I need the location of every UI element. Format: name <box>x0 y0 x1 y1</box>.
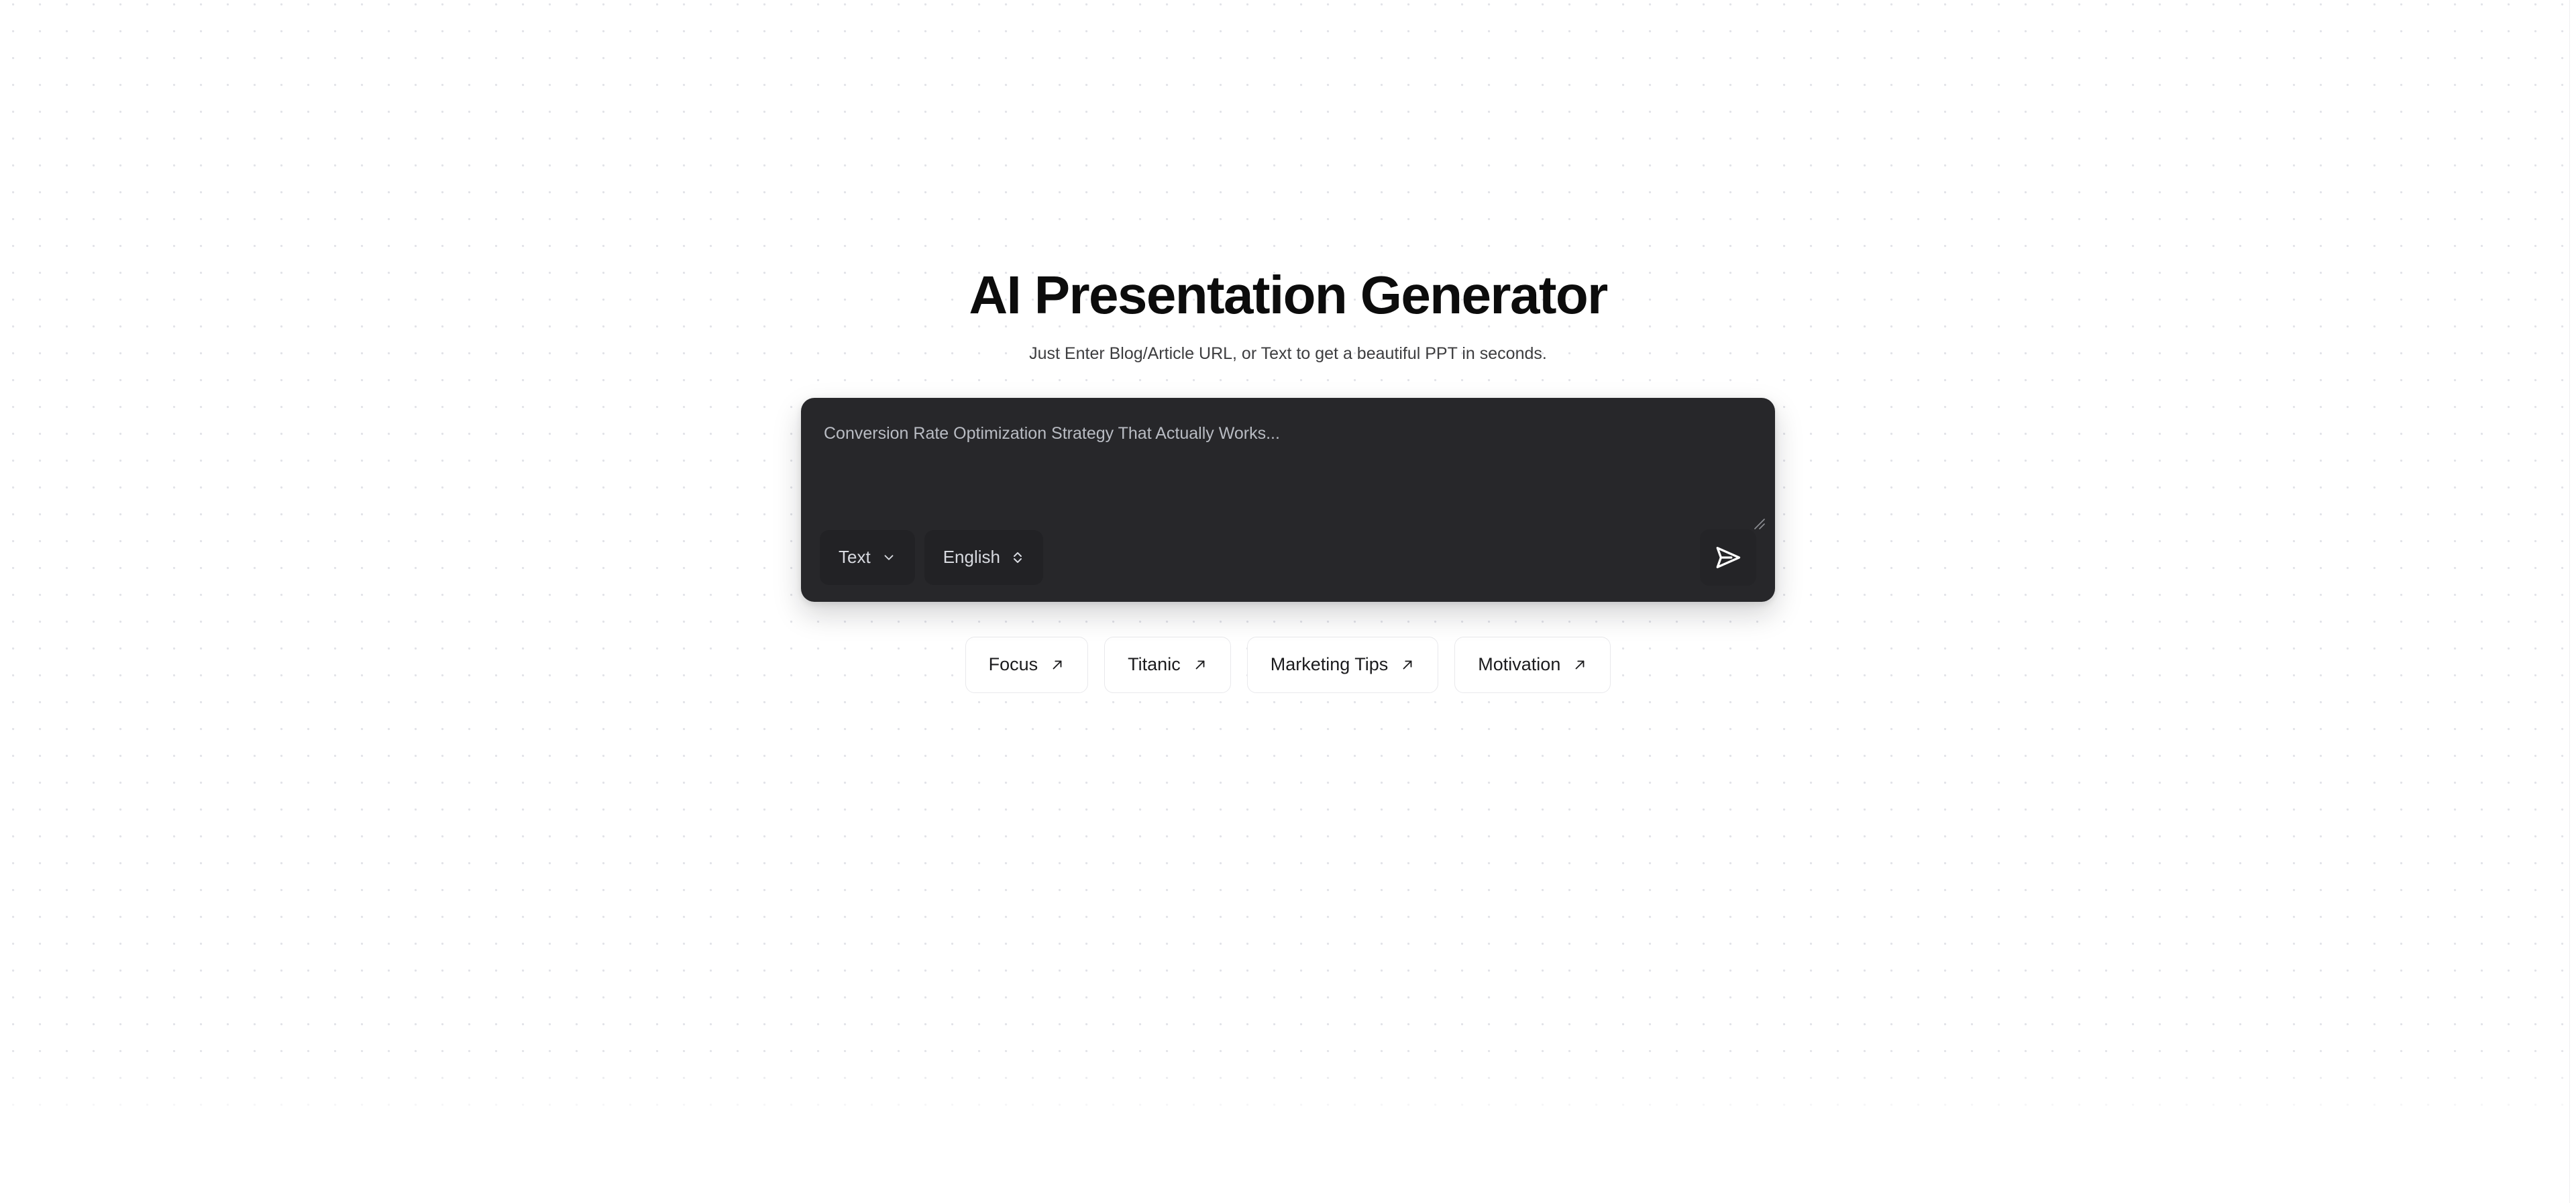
send-button[interactable] <box>1700 529 1756 586</box>
arrow-up-right-icon <box>1050 658 1065 672</box>
resize-grip-icon[interactable] <box>1751 515 1766 530</box>
hero-section: AI Presentation Generator Just Enter Blo… <box>0 267 2576 693</box>
suggestion-chip-marketing-tips[interactable]: Marketing Tips <box>1246 636 1439 693</box>
suggestion-chip-focus[interactable]: Focus <box>965 636 1089 693</box>
chevron-up-down-icon <box>1011 550 1024 566</box>
suggestion-chips: Focus Titanic Marketing Tips Motivation <box>965 636 1611 693</box>
suggestion-chip-label: Titanic <box>1128 654 1181 675</box>
language-select[interactable]: English <box>924 529 1043 585</box>
suggestion-chip-label: Motivation <box>1478 654 1561 675</box>
input-type-label: Text <box>839 547 871 568</box>
language-label: English <box>943 547 1000 568</box>
page-title: AI Presentation Generator <box>969 265 1608 325</box>
prompt-input[interactable] <box>820 415 1756 516</box>
suggestion-chip-label: Marketing Tips <box>1270 654 1389 675</box>
input-type-select[interactable]: Text <box>820 529 915 585</box>
arrow-up-right-icon <box>1400 658 1415 672</box>
vertical-scrollbar[interactable] <box>2569 0 2576 1203</box>
composer-toolbar: Text English <box>820 529 1756 586</box>
chevron-down-icon <box>881 550 896 565</box>
page-root: AI Presentation Generator Just Enter Blo… <box>0 0 2576 1203</box>
suggestion-chip-label: Focus <box>988 654 1038 675</box>
arrow-up-right-icon <box>1193 658 1208 672</box>
suggestion-chip-titanic[interactable]: Titanic <box>1104 636 1231 693</box>
composer-card: Text English <box>801 397 1775 602</box>
send-icon <box>1713 543 1743 572</box>
page-subtitle: Just Enter Blog/Article URL, or Text to … <box>1029 344 1547 364</box>
suggestion-chip-motivation[interactable]: Motivation <box>1454 636 1611 693</box>
arrow-up-right-icon <box>1572 658 1587 672</box>
